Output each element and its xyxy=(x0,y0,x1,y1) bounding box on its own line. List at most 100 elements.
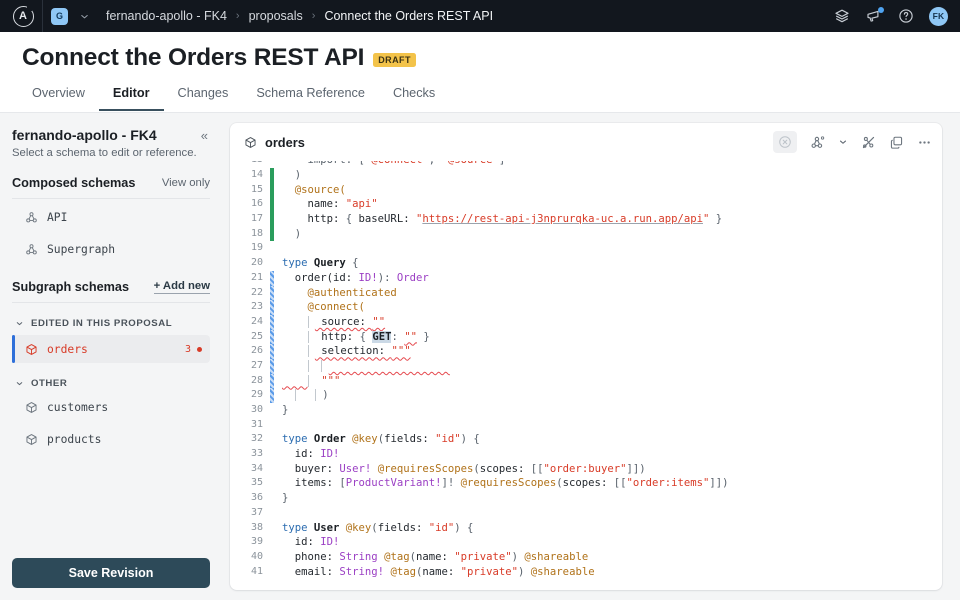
line-number: 19 xyxy=(250,242,263,254)
subgraph-schemas-header: Subgraph schemas + Add new xyxy=(12,280,210,294)
line-number: 29 xyxy=(250,389,263,401)
code-text: ) xyxy=(282,227,302,240)
graph-nodes-icon xyxy=(25,211,38,224)
code-text: items: [ProductVariant!]! @requiresScope… xyxy=(282,477,729,490)
graph-chip-icon[interactable]: G xyxy=(51,7,68,25)
avatar[interactable]: FK xyxy=(929,6,948,26)
cube-icon xyxy=(244,136,257,149)
subgraph-schemas-title: Subgraph schemas xyxy=(12,280,130,294)
line-number: 22 xyxy=(250,286,263,298)
change-marker-modified xyxy=(270,270,274,286)
change-marker xyxy=(270,403,274,418)
code-text: selection: """ xyxy=(282,344,942,359)
sidebar-item-supergraph[interactable]: Supergraph xyxy=(12,235,210,263)
sidebar-item-orders[interactable]: orders 3 xyxy=(12,335,210,363)
code-text: ) xyxy=(282,388,942,403)
editor-file-name: orders xyxy=(244,135,305,150)
add-new-subgraph-button[interactable]: + Add new xyxy=(153,280,210,294)
graph-crossed-icon[interactable] xyxy=(860,134,876,150)
code-line: 31 xyxy=(230,418,942,433)
code-text: ) xyxy=(282,169,302,181)
code-line: 41 email: String! @tag(name: "private") … xyxy=(230,565,942,580)
code-line: 23 @connect( xyxy=(230,300,942,315)
line-number: 23 xyxy=(250,301,263,313)
composed-schemas-header: Composed schemas View only xyxy=(12,176,210,190)
cube-icon xyxy=(25,343,38,356)
page-title: Connect the Orders REST API xyxy=(22,44,365,71)
line-number: 26 xyxy=(250,345,263,357)
breadcrumb-item-current[interactable]: Connect the Orders REST API xyxy=(324,9,493,23)
chevron-down-icon[interactable] xyxy=(837,137,848,147)
code-lines: 13 import: ["@connect", "@source"] 14 ) … xyxy=(230,161,942,579)
code-text: http: { baseURL: "https://rest-api-j3npr… xyxy=(282,213,723,226)
tab-editor[interactable]: Editor xyxy=(98,86,164,111)
code-line: 29 ) xyxy=(230,388,942,403)
line-number: 15 xyxy=(250,183,263,195)
apollo-logo[interactable]: A xyxy=(6,5,40,27)
save-revision-button[interactable]: Save Revision xyxy=(12,558,210,588)
editor-panel: orders 14) 15 @source(16 name: "api" 1… xyxy=(222,113,960,600)
code-text: http: { GET: "" } xyxy=(282,330,942,345)
graph-nodes-icon[interactable] xyxy=(809,134,825,150)
chevron-down-icon xyxy=(14,319,24,328)
change-marker xyxy=(270,491,274,506)
change-marker xyxy=(270,476,274,491)
body: fernando-apollo - FK4 « Select a schema … xyxy=(0,113,960,600)
line-number: 33 xyxy=(250,448,263,460)
line-number: 24 xyxy=(250,315,263,327)
sidebar-item-label: orders xyxy=(47,342,88,356)
status-badge: DRAFT xyxy=(373,53,416,67)
code-text: order(id: ID!): Order xyxy=(282,271,429,284)
tab-checks[interactable]: Checks xyxy=(379,86,449,111)
group-label: OTHER xyxy=(31,378,68,389)
line-number: 28 xyxy=(250,374,263,386)
sidebar-item-api[interactable]: API xyxy=(12,203,210,231)
tab-changes[interactable]: Changes xyxy=(164,86,243,111)
code-line: 14 ) xyxy=(230,168,942,183)
code-text: type User @key(fields: "id") { xyxy=(282,521,474,534)
change-marker-added xyxy=(270,182,274,198)
sidebar-item-label: Supergraph xyxy=(47,242,116,256)
code-line: 39 id: ID! xyxy=(230,535,942,550)
editor-toolbar: orders xyxy=(230,123,942,161)
code-line: 36 } xyxy=(230,491,942,506)
line-number: 20 xyxy=(250,257,263,269)
ellipsis-icon[interactable] xyxy=(916,134,932,150)
breadcrumb-separator: › xyxy=(235,10,240,22)
code-text: type Order @key(fields: "id") { xyxy=(282,433,480,446)
composed-schemas-view-only-label: View only xyxy=(161,177,210,189)
sidebar-item-products[interactable]: products xyxy=(12,425,210,453)
graph-stack-icon[interactable] xyxy=(833,8,850,25)
code-editor[interactable]: 13 import: ["@connect", "@source"] 14 ) … xyxy=(230,161,942,590)
megaphone-icon[interactable] xyxy=(865,6,884,25)
sidebar-item-label: products xyxy=(47,432,102,446)
tab-overview[interactable]: Overview xyxy=(22,86,99,111)
collapse-sidebar-icon[interactable]: « xyxy=(201,127,210,142)
header-divider xyxy=(0,112,960,113)
change-marker-modified xyxy=(270,388,274,403)
sidebar-item-customers[interactable]: customers xyxy=(12,393,210,421)
change-marker-added xyxy=(270,197,274,213)
tab-schema-reference[interactable]: Schema Reference xyxy=(242,86,379,111)
group-other[interactable]: OTHER xyxy=(12,378,210,389)
code-line: 19 xyxy=(230,241,942,256)
editor-toolbar-actions xyxy=(773,131,932,153)
line-number: 13 xyxy=(230,161,270,168)
breadcrumb-separator: › xyxy=(311,10,316,22)
selected-token[interactable]: GET xyxy=(372,330,392,343)
code-text: @source( xyxy=(282,183,346,196)
graph-switcher-chevron-down-icon[interactable] xyxy=(78,10,90,22)
line-number: 31 xyxy=(250,418,263,430)
code-line: 32 type Order @key(fields: "id") { xyxy=(230,432,942,447)
breadcrumb-item-proposals[interactable]: proposals xyxy=(249,9,303,23)
group-edited-in-this-proposal[interactable]: EDITED IN THIS PROPOSAL xyxy=(12,318,210,329)
code-text: buyer: User! @requiresScopes(scopes: [["… xyxy=(282,462,646,475)
copy-icon[interactable] xyxy=(888,134,904,150)
breadcrumb-item-org[interactable]: fernando-apollo - FK4 xyxy=(106,9,227,23)
code-line: 34 buyer: User! @requiresScopes(scopes: … xyxy=(230,462,942,477)
code-line: 28 """ xyxy=(230,373,942,389)
code-line: 22 @authenticated xyxy=(230,285,942,301)
help-circle-icon[interactable] xyxy=(897,8,914,25)
